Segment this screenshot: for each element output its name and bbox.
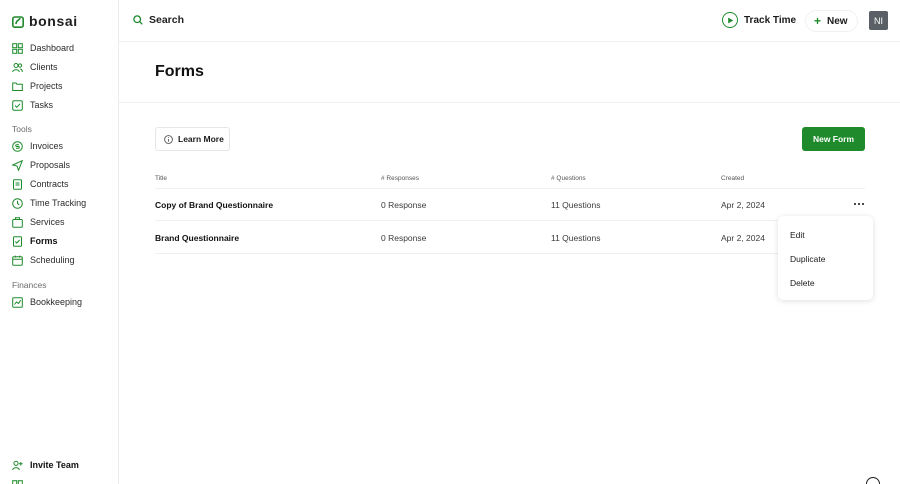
- sidebar-item-label: Tasks: [30, 100, 54, 110]
- sidebar-item-bookkeeping[interactable]: Bookkeeping: [12, 294, 82, 310]
- logo-text: bonsai: [29, 13, 78, 29]
- menu-item-delete[interactable]: Delete: [790, 278, 815, 288]
- column-header-responses[interactable]: # Responses: [381, 175, 419, 182]
- menu-item-duplicate[interactable]: Duplicate: [790, 254, 825, 264]
- column-header-questions[interactable]: # Questions: [551, 175, 586, 182]
- users-icon: [12, 62, 23, 73]
- sidebar-item-projects[interactable]: Projects: [12, 78, 63, 94]
- form-questions: 11 Questions: [551, 233, 601, 243]
- folder-icon: [12, 81, 23, 92]
- invoice-icon: [12, 140, 23, 152]
- form-questions: 11 Questions: [551, 200, 601, 210]
- sidebar-item-tasks[interactable]: Tasks: [12, 97, 53, 113]
- sidebar-section-tools: Tools: [12, 124, 32, 134]
- table-row[interactable]: Brand Questionnaire 0 Response 11 Questi…: [155, 221, 865, 254]
- sidebar-item-label: Services: [30, 217, 65, 227]
- chart-icon: [12, 296, 23, 308]
- box-icon: [12, 216, 23, 228]
- sidebar-item-dashboard[interactable]: Dashboard: [12, 40, 74, 56]
- sidebar-item-label: Dashboard: [30, 43, 75, 53]
- play-icon: [722, 12, 738, 28]
- sidebar-item-label: Time Tracking: [30, 198, 87, 208]
- sidebar-item-time-tracking[interactable]: Time Tracking: [12, 195, 86, 211]
- user-plus-icon: [12, 460, 23, 471]
- form-title[interactable]: Copy of Brand Questionnaire: [155, 200, 273, 210]
- sidebar-item-label: Forms: [30, 236, 58, 246]
- form-title[interactable]: Brand Questionnaire: [155, 233, 239, 243]
- search-input[interactable]: Search: [133, 14, 184, 26]
- plus-icon: +: [814, 14, 822, 28]
- form-responses: 0 Response: [381, 200, 427, 210]
- sidebar-item-clients[interactable]: Clients: [12, 59, 58, 75]
- track-time-button[interactable]: Track Time: [722, 12, 796, 28]
- help-icon[interactable]: [866, 477, 880, 484]
- sidebar-section-finances: Finances: [12, 280, 47, 290]
- page-title: Forms: [155, 63, 204, 80]
- sidebar-item-label: Bookkeeping: [30, 297, 83, 307]
- menu-item-edit[interactable]: Edit: [790, 230, 805, 240]
- sidebar-item-label: Invoices: [30, 141, 64, 151]
- new-label: New: [827, 15, 848, 27]
- learn-more-label: Learn More: [178, 134, 224, 144]
- grid-icon: [12, 42, 23, 54]
- sidebar-item-label: Projects: [30, 81, 63, 91]
- invite-team-button[interactable]: Invite Team: [12, 457, 79, 473]
- table-row[interactable]: Copy of Brand Questionnaire 0 Response 1…: [155, 188, 865, 221]
- new-form-button[interactable]: New Form: [802, 127, 865, 151]
- sidebar-item-label: Proposals: [30, 160, 71, 170]
- sidebar-item-more[interactable]: [12, 477, 23, 484]
- column-header-title[interactable]: Title: [155, 175, 167, 182]
- sidebar-item-label: Clients: [30, 62, 58, 72]
- checkbox-icon: [12, 99, 23, 111]
- more-options-icon[interactable]: [853, 198, 865, 210]
- sidebar-item-proposals[interactable]: Proposals: [12, 157, 70, 173]
- logo[interactable]: bonsai: [12, 13, 78, 29]
- learn-more-button[interactable]: Learn More: [155, 127, 230, 151]
- form-icon: [12, 235, 23, 247]
- form-created: Apr 2, 2024: [721, 233, 765, 243]
- sidebar-item-label: Scheduling: [30, 255, 75, 265]
- form-responses: 0 Response: [381, 233, 427, 243]
- clock-icon: [12, 197, 23, 209]
- grid-icon: [12, 479, 23, 484]
- sidebar-item-services[interactable]: Services: [12, 214, 65, 230]
- new-button[interactable]: + New: [806, 11, 857, 31]
- bonsai-logo-icon: [12, 15, 24, 28]
- info-icon: [164, 134, 173, 144]
- sidebar-item-forms[interactable]: Forms: [12, 233, 58, 249]
- avatar[interactable]: NI: [869, 11, 888, 30]
- page-header: Forms: [119, 42, 900, 103]
- track-time-label: Track Time: [744, 14, 797, 26]
- send-icon: [12, 159, 23, 171]
- column-header-created[interactable]: Created: [721, 175, 744, 182]
- sidebar: bonsai Dashboard Clients Projects Tasks …: [0, 0, 119, 484]
- search-icon: [133, 15, 143, 25]
- sidebar-item-scheduling[interactable]: Scheduling: [12, 252, 75, 268]
- calendar-icon: [12, 255, 23, 266]
- search-label: Search: [149, 14, 185, 26]
- form-created: Apr 2, 2024: [721, 200, 765, 210]
- sidebar-item-label: Contracts: [30, 179, 69, 189]
- row-actions-menu: Edit Duplicate Delete: [778, 216, 873, 300]
- sidebar-item-contracts[interactable]: Contracts: [12, 176, 69, 192]
- document-icon: [12, 178, 23, 190]
- invite-team-label: Invite Team: [30, 460, 79, 470]
- top-bar: Search Track Time + New NI: [119, 0, 900, 42]
- sidebar-item-invoices[interactable]: Invoices: [12, 138, 63, 154]
